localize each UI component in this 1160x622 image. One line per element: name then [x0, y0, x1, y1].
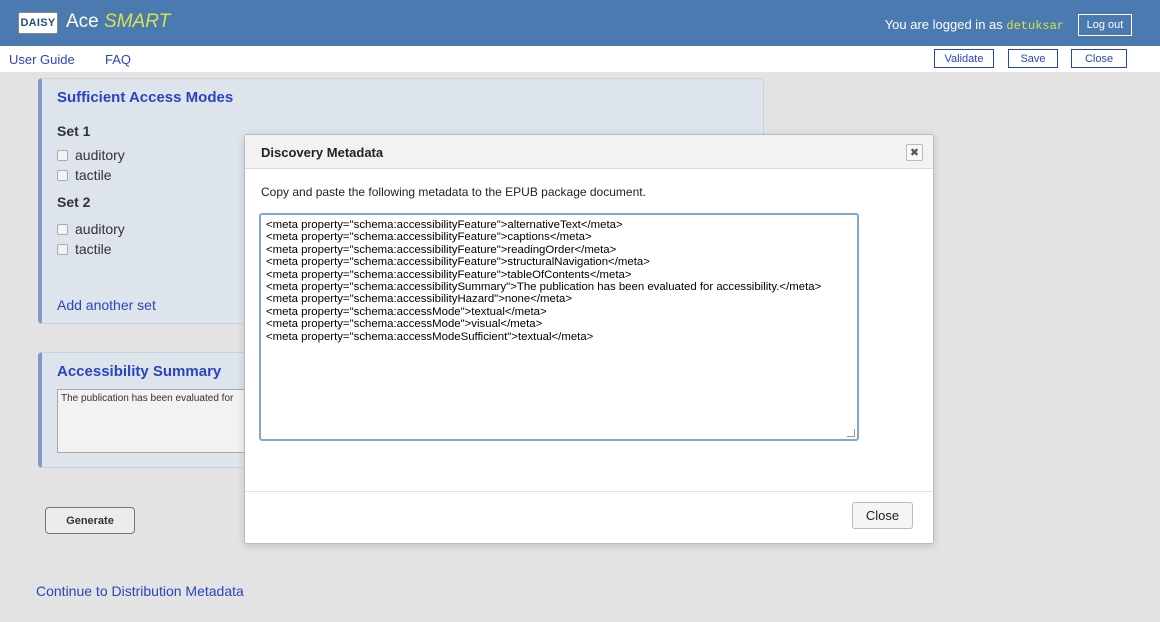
metadata-line: <meta property="schema:accessMode">visua…: [266, 318, 543, 331]
daisy-logo: DAISY: [18, 12, 58, 34]
set-1-auditory[interactable]: auditory: [57, 147, 125, 163]
checkbox-label: tactile: [75, 167, 112, 183]
validate-button[interactable]: Validate: [934, 49, 994, 68]
add-another-set-link[interactable]: Add another set: [57, 297, 156, 313]
user-guide-link[interactable]: User Guide: [9, 52, 75, 67]
metadata-textarea[interactable]: <meta property="schema:accessibilityFeat…: [259, 213, 859, 441]
app-name: Ace SMART: [66, 11, 170, 33]
close-icon[interactable]: ✖: [906, 144, 923, 161]
metadata-line: <meta property="schema:accessMode">textu…: [266, 305, 547, 318]
summary-textarea[interactable]: The publication has been evaluated for: [57, 389, 247, 453]
checkbox[interactable]: [57, 243, 68, 255]
nav-bar: User Guide FAQ Validate Save Close: [0, 46, 1160, 72]
resize-handle[interactable]: [847, 429, 855, 437]
checkbox-label: auditory: [75, 221, 125, 237]
metadata-line: <meta property="schema:accessibilityFeat…: [266, 256, 650, 269]
set-2-title: Set 2: [57, 194, 91, 210]
app-header: DAISY Ace SMART You are logged in as det…: [0, 0, 1160, 46]
metadata-line: <meta property="schema:accessibilityFeat…: [266, 231, 592, 244]
set-2-tactile[interactable]: tactile: [57, 241, 112, 257]
metadata-line: <meta property="schema:accessibilitySumm…: [266, 281, 822, 294]
metadata-line: <meta property="schema:accessModeSuffici…: [266, 330, 594, 343]
generate-button[interactable]: Generate: [45, 507, 135, 534]
logout-button[interactable]: Log out: [1078, 14, 1132, 36]
checkbox[interactable]: [57, 169, 68, 181]
access-modes-title: Sufficient Access Modes: [57, 89, 234, 106]
app-name-prefix: Ace: [66, 11, 99, 32]
discovery-metadata-dialog: Discovery Metadata ✖ Copy and paste the …: [244, 134, 934, 544]
username: detuksar: [1006, 19, 1064, 33]
set-1-title: Set 1: [57, 123, 91, 139]
dialog-divider: [245, 491, 933, 492]
checkbox-label: tactile: [75, 241, 112, 257]
checkbox[interactable]: [57, 223, 68, 235]
metadata-line: <meta property="schema:accessibilityFeat…: [266, 268, 632, 281]
dialog-instruction: Copy and paste the following metadata to…: [261, 185, 646, 199]
save-button[interactable]: Save: [1008, 49, 1058, 68]
continue-link[interactable]: Continue to Distribution Metadata: [36, 583, 244, 599]
dialog-close-button[interactable]: Close: [852, 502, 913, 529]
summary-title: Accessibility Summary: [57, 363, 222, 380]
metadata-line: <meta property="schema:accessibilityHaza…: [266, 293, 572, 306]
dialog-title: Discovery Metadata: [261, 145, 384, 160]
metadata-line: <meta property="schema:accessibilityFeat…: [266, 219, 623, 231]
login-status: You are logged in as detuksar: [885, 17, 1064, 33]
set-1-tactile[interactable]: tactile: [57, 167, 112, 183]
dialog-header: Discovery Metadata ✖: [245, 135, 933, 169]
checkbox[interactable]: [57, 149, 68, 161]
login-label: You are logged in as: [884, 17, 1003, 32]
close-button[interactable]: Close: [1071, 49, 1127, 68]
metadata-line: <meta property="schema:accessibilityFeat…: [266, 243, 617, 256]
checkbox-label: auditory: [75, 147, 125, 163]
set-2-auditory[interactable]: auditory: [57, 221, 125, 237]
faq-link[interactable]: FAQ: [105, 52, 131, 67]
logo-text: DAISY: [20, 17, 56, 29]
app-name-suffix: SMART: [104, 11, 171, 32]
